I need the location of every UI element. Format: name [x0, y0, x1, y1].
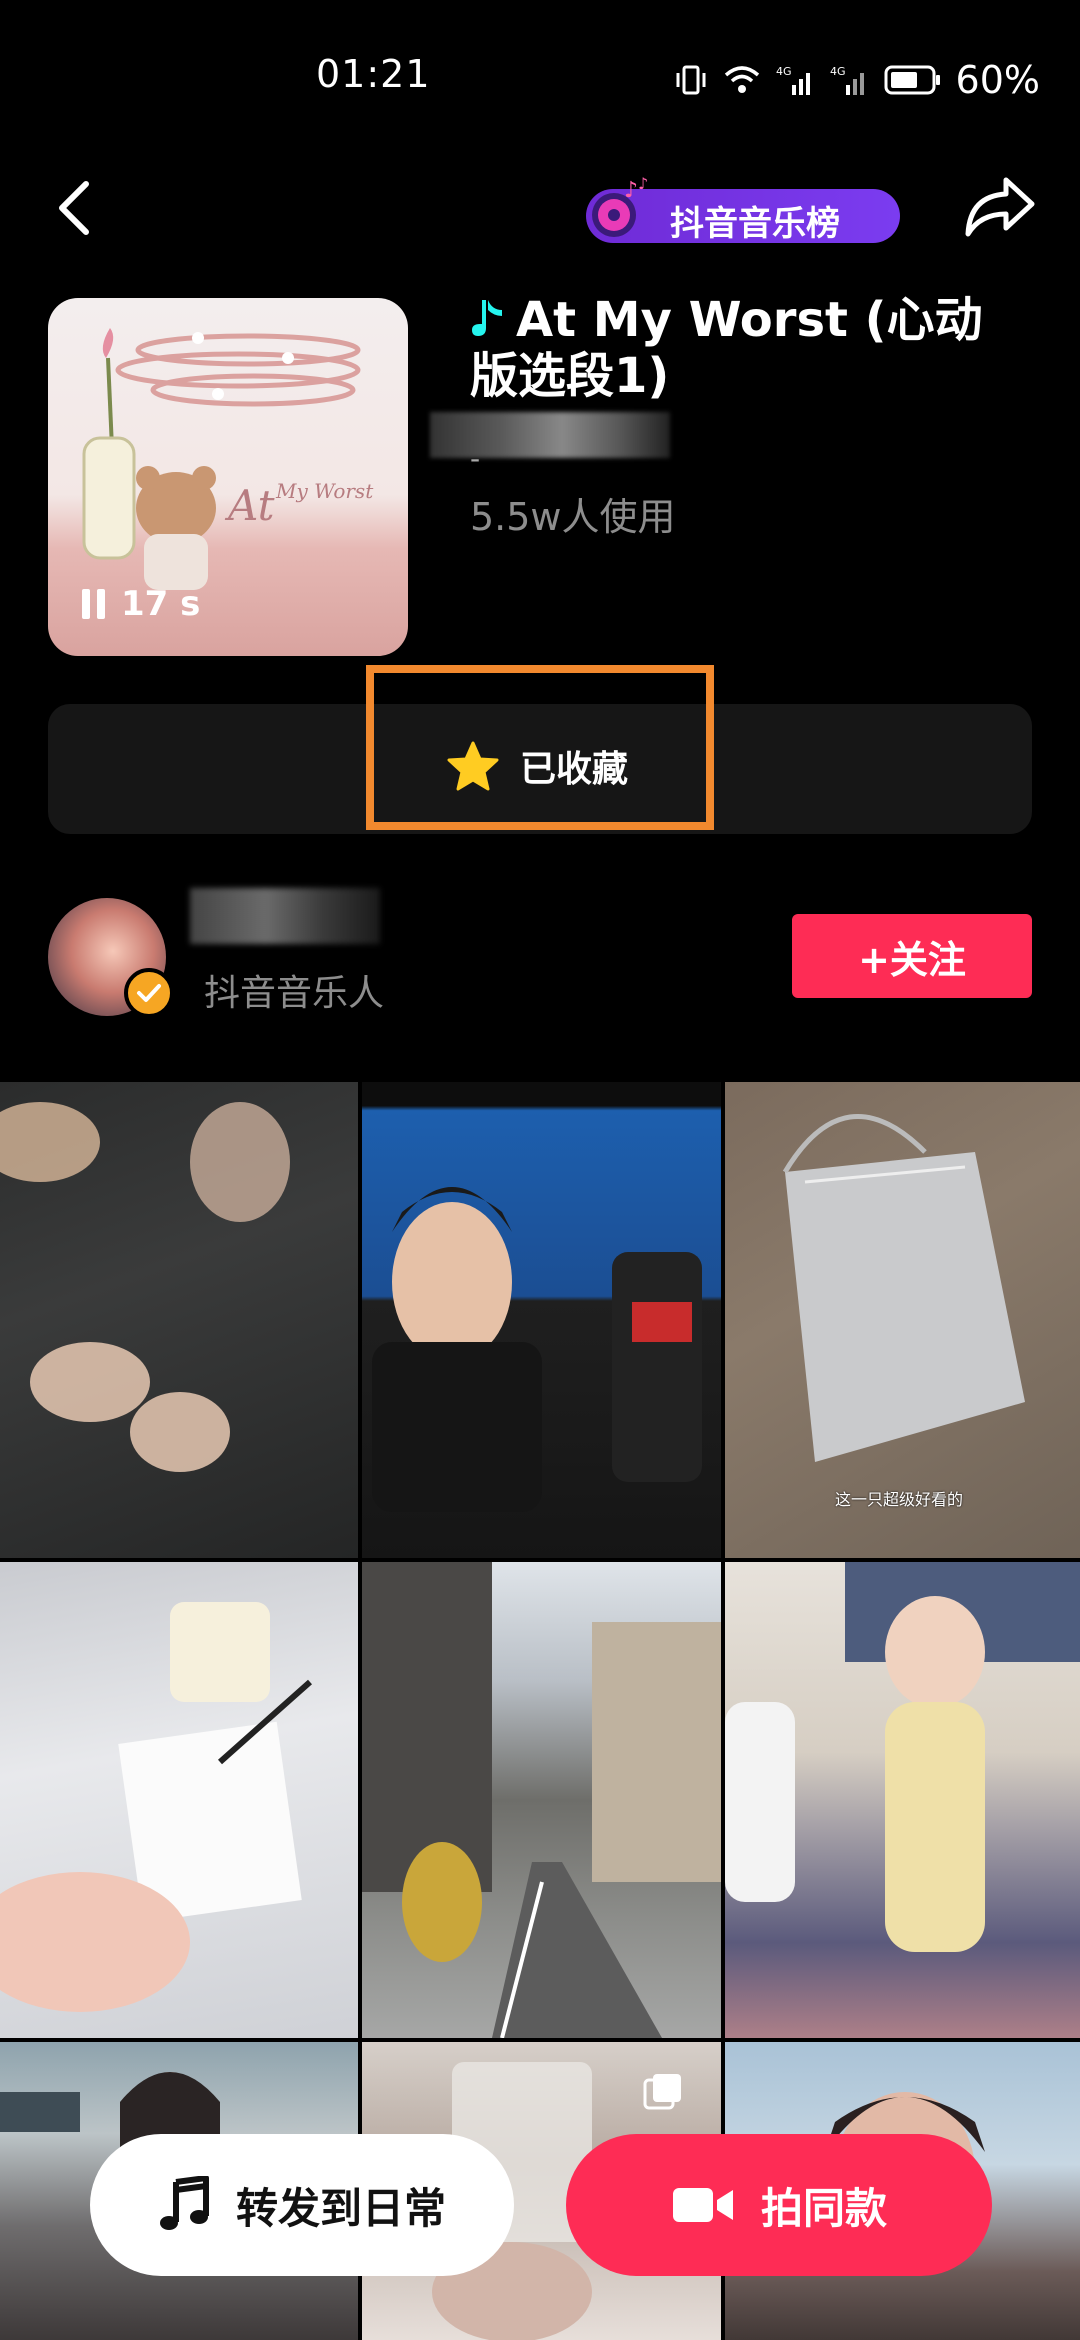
video-thumb-2[interactable] — [362, 1082, 721, 1558]
cover-title-text: At — [224, 481, 275, 530]
music-note-icon — [159, 2176, 209, 2230]
svg-text:My Worst: My Worst — [275, 479, 374, 503]
multi-image-icon — [643, 2074, 681, 2110]
music-chart-badge[interactable]: ♪ ♪ 抖音音乐榜 — [586, 175, 900, 244]
repost-to-daily-button[interactable]: 转发到日常 — [90, 2134, 514, 2276]
svg-text:4G: 4G — [776, 65, 792, 78]
shoot-label: 拍同款 — [760, 2183, 887, 2233]
thumb-3-caption: 这一只超级好看的 — [835, 1490, 964, 1509]
video-thumb-4[interactable] — [0, 1562, 358, 2038]
tiktok-note-icon — [472, 300, 502, 336]
back-button[interactable] — [46, 172, 102, 244]
share-button[interactable] — [962, 172, 1038, 242]
chevron-left-icon — [59, 181, 89, 235]
creator-role: 抖音音乐人 — [204, 973, 385, 1014]
artist-name-blurred[interactable] — [430, 412, 670, 458]
status-icons: 4G 4G 60% — [674, 58, 1040, 102]
play-duration: 17 s — [82, 584, 200, 624]
check-icon — [137, 984, 161, 1002]
pause-icon[interactable] — [82, 589, 105, 619]
music-cover[interactable]: At My Worst 17 s — [48, 298, 408, 656]
repost-label: 转发到日常 — [235, 2183, 446, 2233]
status-bar: 01:21 4G 4G 60% — [0, 0, 1080, 150]
video-thumb-6[interactable] — [725, 1562, 1080, 2038]
video-thumb-1[interactable] — [0, 1082, 358, 1558]
artist-line: - — [470, 442, 481, 475]
thumb-5-art — [362, 1562, 721, 2038]
verified-badge — [124, 968, 174, 1018]
status-time: 01:21 — [316, 52, 431, 96]
thumb-2-art — [372, 1187, 702, 1512]
video-thumb-5[interactable] — [362, 1562, 721, 2038]
svg-text:♪: ♪ — [624, 178, 638, 203]
video-thumb-3[interactable]: 这一只超级好看的 — [725, 1082, 1080, 1558]
creator-name-blurred[interactable] — [190, 888, 380, 944]
music-disc-icon: ♪ ♪ — [592, 175, 648, 237]
wifi-icon — [724, 66, 759, 93]
duration-text: 17 s — [121, 584, 201, 624]
shoot-same-button[interactable]: 拍同款 — [566, 2134, 992, 2276]
usage-count: 5.5w人使用 — [470, 495, 676, 539]
signal-icon-2: 4G — [830, 65, 864, 95]
video-camera-icon — [672, 2188, 733, 2222]
share-arrow-icon — [965, 177, 1035, 237]
svg-text:4G: 4G — [830, 65, 846, 78]
follow-button[interactable]: +关注 — [792, 914, 1032, 998]
thumb-6-art — [725, 1562, 1080, 1952]
battery-percent: 60% — [955, 58, 1040, 102]
song-title-text: At My Worst (心动版选段1) — [470, 292, 983, 404]
svg-text:♪: ♪ — [638, 175, 648, 193]
signal-icon-1: 4G — [776, 65, 810, 95]
song-title: At My Worst (心动版选段1) — [470, 292, 1030, 404]
chart-badge-label: 抖音音乐榜 — [670, 204, 840, 244]
battery-icon — [884, 65, 940, 95]
thumb-4-art — [0, 1602, 312, 2012]
favorite-highlight-box — [366, 665, 714, 830]
thumb-1-art — [0, 1102, 290, 1472]
vibrate-icon — [676, 65, 706, 95]
